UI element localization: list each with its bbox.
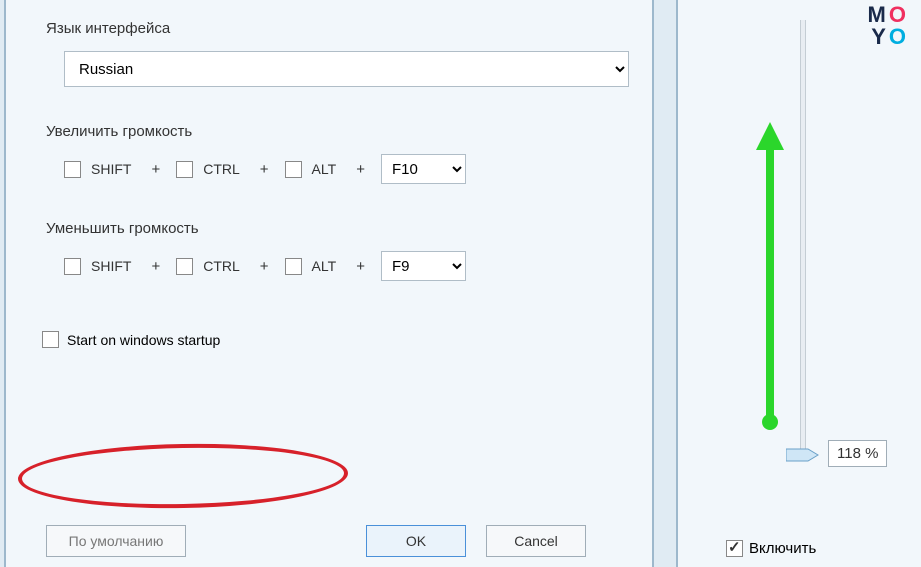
shift-label: SHIFT: [91, 258, 131, 274]
cancel-button[interactable]: Cancel: [486, 525, 586, 557]
increase-alt-checkbox[interactable]: [285, 161, 302, 178]
increase-key-select[interactable]: F10: [381, 154, 466, 184]
startup-label: Start on windows startup: [67, 332, 220, 348]
startup-row: Start on windows startup: [42, 331, 612, 348]
ctrl-label: CTRL: [203, 161, 240, 177]
decrease-volume-label: Уменьшить громкость: [46, 220, 612, 237]
default-button[interactable]: По умолчанию: [46, 525, 186, 557]
increase-ctrl-checkbox[interactable]: [176, 161, 193, 178]
decrease-alt-checkbox[interactable]: [285, 258, 302, 275]
volume-side-panel: 118 % Включить: [676, 0, 921, 567]
moyo-logo: MO YO: [868, 4, 909, 48]
plus-sign: +: [260, 161, 269, 178]
alt-label: ALT: [312, 161, 337, 177]
slider-thumb-icon: [786, 447, 820, 463]
increase-hotkey-row: SHIFT + CTRL + ALT + F10: [64, 154, 612, 184]
plus-sign: +: [356, 161, 365, 178]
increase-volume-section: Увеличить громкость SHIFT + CTRL + ALT +…: [46, 123, 612, 184]
decrease-volume-section: Уменьшить громкость SHIFT + CTRL + ALT +…: [46, 220, 612, 281]
decrease-hotkey-row: SHIFT + CTRL + ALT + F9: [64, 251, 612, 281]
increase-volume-label: Увеличить громкость: [46, 123, 612, 140]
settings-panel: Язык интерфейса Russian Увеличить громко…: [4, 0, 654, 567]
dialog-button-row: По умолчанию OK Cancel: [46, 525, 586, 557]
shift-label: SHIFT: [91, 161, 131, 177]
annotation-arrow-icon: [750, 122, 790, 432]
language-section: Язык интерфейса Russian: [46, 20, 612, 87]
startup-checkbox[interactable]: [42, 331, 59, 348]
language-select[interactable]: Russian: [64, 51, 629, 87]
volume-slider-thumb[interactable]: [786, 448, 820, 462]
plus-sign: +: [260, 258, 269, 275]
volume-percent-box: 118 %: [828, 440, 887, 467]
annotation-oval: [17, 441, 348, 511]
decrease-ctrl-checkbox[interactable]: [176, 258, 193, 275]
enable-row: Включить: [726, 540, 816, 557]
plus-sign: +: [356, 258, 365, 275]
decrease-shift-checkbox[interactable]: [64, 258, 81, 275]
ok-button[interactable]: OK: [366, 525, 466, 557]
increase-shift-checkbox[interactable]: [64, 161, 81, 178]
alt-label: ALT: [312, 258, 337, 274]
enable-checkbox[interactable]: [726, 540, 743, 557]
language-label: Язык интерфейса: [46, 20, 612, 37]
decrease-key-select[interactable]: F9: [381, 251, 466, 281]
volume-slider-track[interactable]: [800, 20, 806, 460]
enable-label: Включить: [749, 540, 816, 557]
ctrl-label: CTRL: [203, 258, 240, 274]
plus-sign: +: [151, 161, 160, 178]
plus-sign: +: [151, 258, 160, 275]
